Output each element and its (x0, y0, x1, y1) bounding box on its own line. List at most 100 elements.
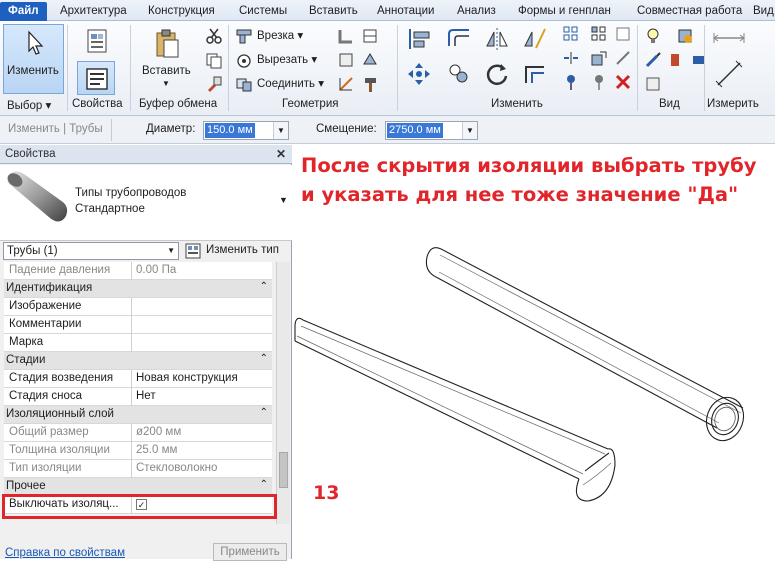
collapse-icon[interactable]: ⌃ (260, 353, 268, 364)
hide-element-icon[interactable] (676, 27, 694, 45)
group-select-label[interactable]: Выбор ▾ (7, 98, 51, 112)
property-row[interactable]: Стадия возведения Новая конструкция (4, 370, 272, 388)
property-row[interactable]: Падение давления 0.00 Па (4, 262, 272, 280)
property-row[interactable]: Марка (4, 334, 272, 352)
wall-joins-icon[interactable] (337, 27, 355, 45)
paint-icon[interactable] (361, 51, 379, 69)
cope-label[interactable]: Врезка ▾ (257, 28, 303, 42)
tab-systems[interactable]: Системы (239, 3, 287, 20)
cope-icon[interactable] (235, 27, 253, 45)
chevron-down-icon[interactable]: ▼ (462, 122, 477, 139)
offset-icon[interactable] (446, 26, 472, 52)
cut-geometry-icon[interactable] (235, 51, 253, 69)
modify-extra-icon[interactable] (614, 25, 632, 43)
property-row[interactable]: Тип изоляции Стекловолокно (4, 460, 272, 478)
type-selector[interactable]: Типы трубопроводов Стандартное ▼ (0, 165, 292, 241)
tab-structure[interactable]: Конструкция (148, 3, 215, 20)
pipe-back (425, 247, 745, 442)
tab-insert[interactable]: Вставить (309, 3, 358, 20)
paste-button[interactable]: Вставить ▼ (139, 24, 193, 94)
view-extra-icon[interactable] (690, 51, 708, 69)
property-category[interactable]: Стадии ⌃ (4, 352, 272, 370)
collapse-icon[interactable]: ⌃ (260, 407, 268, 418)
tab-architecture[interactable]: Архитектура (60, 3, 127, 20)
property-row[interactable]: Общий размер ø200 мм (4, 424, 272, 442)
pin-icon[interactable] (562, 73, 580, 91)
scale-icon[interactable] (590, 49, 608, 67)
tab-analyze[interactable]: Анализ (457, 3, 496, 20)
split-element-icon[interactable] (562, 25, 580, 43)
view-pin-icon[interactable] (644, 75, 662, 93)
cut-geometry-label[interactable]: Вырезать ▾ (257, 52, 317, 66)
tab-massing-site[interactable]: Формы и генплан (518, 3, 611, 20)
tab-file[interactable]: Файл (0, 2, 47, 21)
linework-override-icon[interactable] (644, 51, 662, 69)
modify-label: Изменить (7, 65, 59, 77)
split-with-gap-icon[interactable] (562, 49, 580, 67)
offset-field[interactable]: 2750.0 мм ▼ (385, 121, 478, 140)
copy-element-icon[interactable] (446, 61, 472, 87)
diameter-field[interactable]: 150.0 мм ▼ (203, 121, 289, 140)
property-name: Стадии (6, 354, 46, 366)
chevron-down-icon[interactable]: ▼ (279, 195, 288, 205)
property-value[interactable]: Стекловолокно (136, 462, 217, 474)
measure-between-icon[interactable] (712, 29, 746, 47)
property-value[interactable]: 0.00 Па (136, 264, 176, 276)
collapse-icon[interactable]: ⌃ (260, 281, 268, 292)
unpin-icon[interactable] (590, 73, 608, 91)
drawing-canvas[interactable]: После скрытия изоляции выбрать трубу и у… (293, 145, 775, 559)
chevron-down-icon[interactable]: ▼ (273, 122, 288, 139)
offset-label: Смещение: (316, 123, 377, 135)
properties-icon (86, 68, 108, 90)
edit-type-button[interactable]: Изменить тип (184, 241, 288, 261)
align-icon[interactable] (406, 26, 432, 52)
property-category[interactable]: Изоляционный слой ⌃ (4, 406, 272, 424)
edit-type-icon (185, 243, 201, 259)
properties-scrollbar[interactable] (276, 262, 290, 524)
join-label[interactable]: Соединить ▾ (257, 76, 324, 90)
type-properties-button[interactable] (76, 25, 114, 57)
property-row[interactable]: Комментарии (4, 316, 272, 334)
delete-icon[interactable] (614, 73, 632, 91)
properties-help-link[interactable]: Справка по свойствам (5, 547, 125, 559)
tab-collaborate[interactable]: Совместная работа (637, 3, 742, 20)
demolish-icon[interactable] (337, 51, 355, 69)
tab-view[interactable]: Вид (753, 3, 774, 20)
property-category[interactable]: Идентификация ⌃ (4, 280, 272, 298)
pipe-type-preview-icon (7, 171, 68, 222)
collapse-icon[interactable]: ⌃ (260, 479, 268, 490)
lightbulb-icon[interactable] (644, 27, 662, 45)
property-value[interactable]: Нет (136, 390, 156, 402)
match-properties-icon[interactable] (205, 75, 223, 93)
group-measure-label: Измерить (707, 98, 759, 110)
cut-icon[interactable] (205, 27, 223, 45)
property-value[interactable]: 25.0 мм (136, 444, 177, 456)
tab-annotate[interactable]: Аннотации (377, 3, 434, 20)
apply-button[interactable]: Применить (213, 543, 287, 561)
property-row[interactable]: Изображение (4, 298, 272, 316)
mirror-pick-axis-icon[interactable] (484, 26, 510, 52)
paint-override-icon[interactable] (668, 51, 686, 69)
hammer-icon[interactable] (361, 75, 379, 93)
linework-icon[interactable] (337, 75, 355, 93)
properties-palette-button[interactable] (77, 61, 115, 95)
copy-icon[interactable] (205, 52, 223, 70)
property-row[interactable]: Толщина изоляции 25.0 мм (4, 442, 272, 460)
instance-filter-dropdown[interactable]: Трубы (1) ▼ (3, 242, 179, 260)
trim-extend-icon[interactable] (522, 61, 548, 87)
split-face-icon[interactable] (361, 27, 379, 45)
properties-grid: Падение давления 0.00 Па Идентификация ⌃ Изо… (0, 262, 292, 524)
modify-extra-icon-2[interactable] (614, 49, 632, 67)
join-icon[interactable] (235, 75, 253, 93)
measure-along-icon[interactable] (712, 57, 746, 91)
property-name: Изображение (9, 300, 82, 312)
mirror-draw-axis-icon[interactable] (522, 26, 548, 52)
modify-button[interactable]: Изменить (3, 24, 64, 94)
property-row[interactable]: Стадия сноса Нет (4, 388, 272, 406)
move-icon[interactable] (406, 61, 432, 87)
array-icon[interactable] (590, 25, 608, 43)
close-icon[interactable]: ✕ (276, 145, 286, 163)
property-value[interactable]: Новая конструкция (136, 372, 238, 384)
rotate-icon[interactable] (484, 61, 510, 87)
property-value[interactable]: ø200 мм (136, 426, 181, 438)
